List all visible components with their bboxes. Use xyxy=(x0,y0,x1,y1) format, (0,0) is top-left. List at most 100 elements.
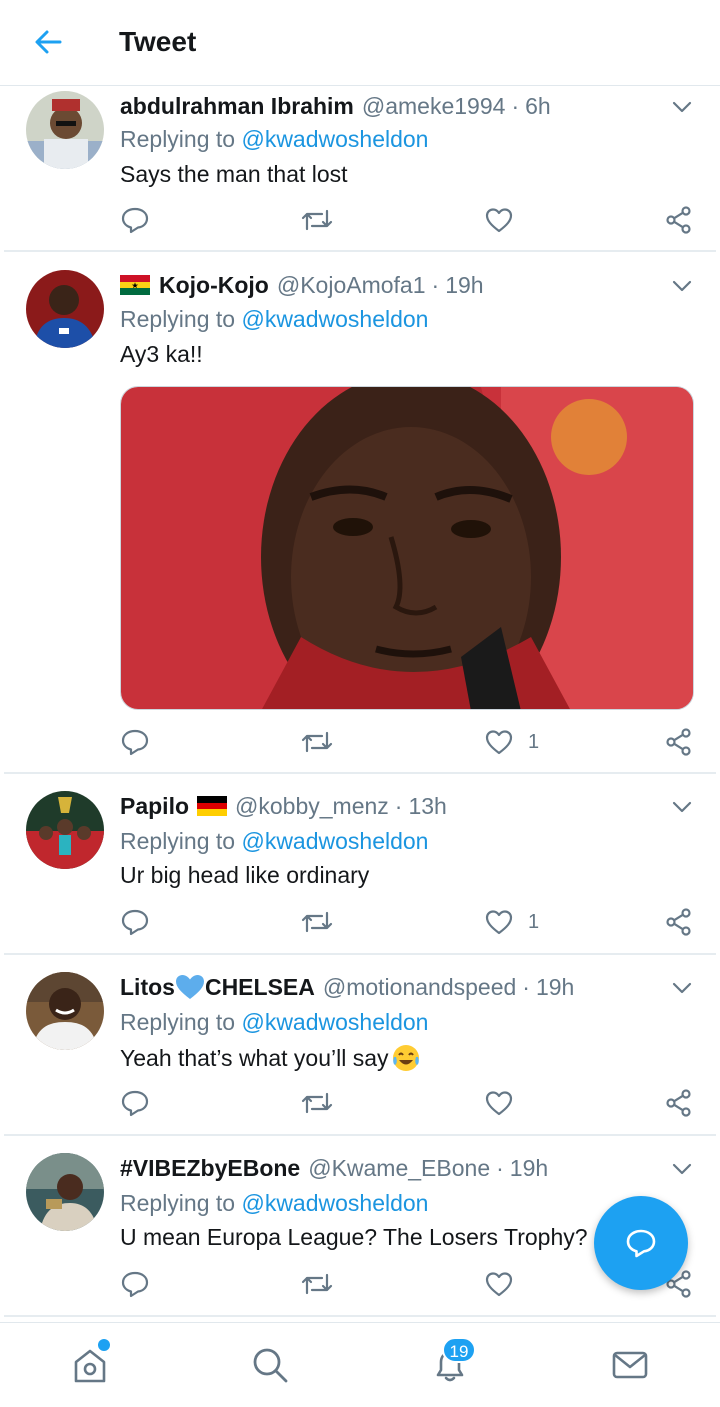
chevron-down-icon[interactable] xyxy=(670,976,694,1000)
display-name[interactable]: #VIBEZbyEBone xyxy=(120,1155,300,1182)
user-handle[interactable]: @kobby_menz xyxy=(235,793,389,820)
search-icon xyxy=(253,1348,288,1383)
like-icon xyxy=(485,910,513,935)
tweet-text: U mean Europa League? The Losers Trophy? xyxy=(120,1224,588,1250)
display-name[interactable]: abdulrahman Ibrahim xyxy=(120,93,354,120)
replying-to-label: Replying to xyxy=(120,1009,236,1035)
blue-heart-icon xyxy=(175,975,204,999)
chevron-down-icon[interactable] xyxy=(670,95,694,119)
mention-link[interactable]: @kwadwosheldon xyxy=(241,1009,428,1035)
bottom-navigation xyxy=(0,1322,720,1407)
tweet-reply[interactable]: Papilo @kobby_menz · 13h Replying to @kw… xyxy=(0,774,720,955)
reply-icon xyxy=(121,207,149,234)
chevron-down-icon[interactable] xyxy=(670,1157,694,1181)
avatar[interactable] xyxy=(26,91,104,169)
back-arrow-icon xyxy=(35,30,62,54)
tweet-text: Says the man that lost xyxy=(120,161,348,187)
user-handle[interactable]: @motionandspeed xyxy=(323,974,516,1001)
replying-to-label: Replying to xyxy=(120,126,236,152)
replying-to: Replying to @kwadwosheldon xyxy=(120,1190,428,1217)
reply-button[interactable] xyxy=(120,1264,150,1304)
mention-link[interactable]: @kwadwosheldon xyxy=(241,126,428,152)
nav-messages[interactable] xyxy=(608,1343,652,1387)
tweet-header: Papilo @kobby_menz · 13h xyxy=(120,792,650,820)
tweet-media-image[interactable] xyxy=(120,386,694,710)
tweet-header: Kojo-Kojo @KojoAmofa1 · 19h xyxy=(120,271,650,299)
tweet-reply[interactable]: abdulrahman Ibrahim @ameke1994 · 6h Repl… xyxy=(0,86,720,252)
tweet-actions xyxy=(0,200,720,240)
retweet-button[interactable] xyxy=(300,1264,334,1304)
share-button[interactable] xyxy=(664,200,694,240)
reply-button[interactable] xyxy=(120,200,150,240)
timestamp: 19h xyxy=(535,973,575,1000)
separator: · xyxy=(522,973,530,1000)
separator: · xyxy=(511,92,520,119)
reply-button[interactable] xyxy=(120,902,150,942)
like-count: 1 xyxy=(528,730,540,753)
user-handle[interactable]: @ameke1994 xyxy=(362,93,506,120)
tweet-text: Ay3 ka!! xyxy=(120,341,203,367)
share-icon xyxy=(666,1089,691,1117)
reply-button[interactable] xyxy=(120,1083,150,1123)
share-button[interactable] xyxy=(664,902,694,942)
avatar[interactable] xyxy=(26,270,104,348)
tweet-header: Litos CHELSEA @motionandspeed · 19h xyxy=(120,973,650,1001)
share-button[interactable] xyxy=(664,1083,694,1123)
reply-button[interactable] xyxy=(120,722,150,762)
share-button[interactable] xyxy=(664,722,694,762)
like-button[interactable]: 1 xyxy=(484,902,539,942)
retweet-button[interactable] xyxy=(300,200,334,240)
home-unread-dot xyxy=(98,1339,110,1351)
user-handle[interactable]: @KojoAmofa1 xyxy=(277,272,426,299)
nav-search[interactable] xyxy=(248,1343,292,1387)
display-name-part[interactable]: CHELSEA xyxy=(205,974,315,1001)
tweet-header: #VIBEZbyEBone @Kwame_EBone · 19h xyxy=(120,1154,650,1182)
avatar[interactable] xyxy=(26,972,104,1050)
like-icon xyxy=(485,208,513,233)
tweet-reply[interactable]: Litos CHELSEA @motionandspeed · 19h Repl… xyxy=(0,955,720,1136)
tears-of-joy-emoji-icon xyxy=(392,1045,419,1071)
timestamp: 19h xyxy=(445,271,484,298)
retweet-icon xyxy=(301,1092,333,1114)
reply-icon xyxy=(121,1090,149,1117)
chevron-down-icon[interactable] xyxy=(670,795,694,819)
reply-icon xyxy=(121,1271,149,1298)
compose-reply-button[interactable] xyxy=(594,1196,688,1290)
replying-to-label: Replying to xyxy=(120,828,236,854)
retweet-icon xyxy=(301,911,333,933)
like-button[interactable]: 1 xyxy=(484,722,539,762)
top-app-bar: Tweet xyxy=(0,0,720,86)
tweet-reply[interactable]: Kojo-Kojo @KojoAmofa1 · 19h Replying to … xyxy=(0,252,720,774)
tweet-actions: 1 xyxy=(0,902,720,942)
retweet-button[interactable] xyxy=(300,902,334,942)
like-count: 1 xyxy=(528,910,540,933)
tweet-actions xyxy=(0,1083,720,1123)
divider xyxy=(4,1315,716,1317)
like-button[interactable] xyxy=(484,200,528,240)
back-button[interactable] xyxy=(26,22,70,62)
share-icon xyxy=(666,728,691,756)
share-icon xyxy=(666,206,691,234)
compose-icon xyxy=(626,1229,656,1258)
share-icon xyxy=(666,908,691,936)
tweet-header: abdulrahman Ibrahim @ameke1994 · 6h xyxy=(120,92,650,120)
mention-link[interactable]: @kwadwosheldon xyxy=(241,828,428,854)
display-name-part[interactable]: Litos xyxy=(120,974,175,1001)
avatar[interactable] xyxy=(26,791,104,869)
reply-icon xyxy=(121,729,149,756)
mention-link[interactable]: @kwadwosheldon xyxy=(241,1190,428,1216)
replying-to-label: Replying to xyxy=(120,306,236,332)
display-name[interactable]: Papilo xyxy=(120,793,189,820)
mention-link[interactable]: @kwadwosheldon xyxy=(241,306,428,332)
replying-to: Replying to @kwadwosheldon xyxy=(120,306,428,333)
retweet-button[interactable] xyxy=(300,722,334,762)
user-handle[interactable]: @Kwame_EBone xyxy=(308,1155,490,1182)
replying-to-label: Replying to xyxy=(120,1190,236,1216)
ghana-flag-icon xyxy=(120,275,150,295)
chevron-down-icon[interactable] xyxy=(670,274,694,298)
like-button[interactable] xyxy=(484,1083,528,1123)
retweet-button[interactable] xyxy=(300,1083,334,1123)
like-button[interactable] xyxy=(484,1264,528,1304)
display-name[interactable]: Kojo-Kojo xyxy=(159,272,269,299)
avatar[interactable] xyxy=(26,1153,104,1231)
